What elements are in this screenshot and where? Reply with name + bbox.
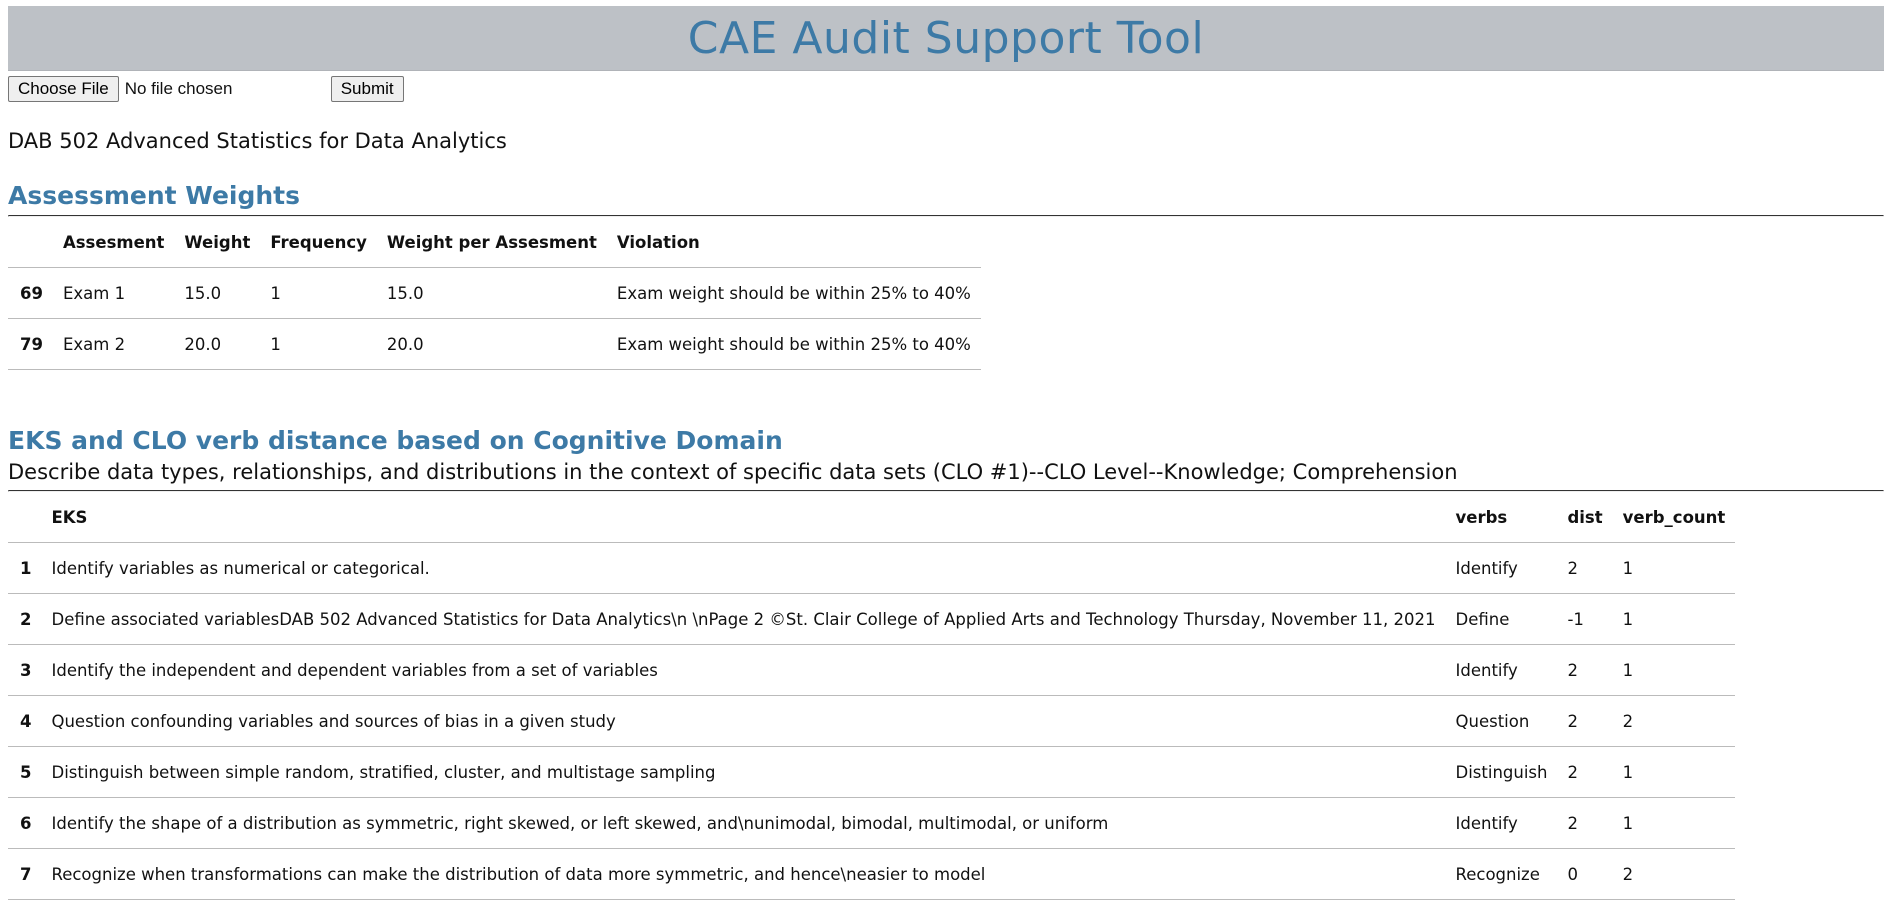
row-index: 4 (8, 695, 42, 747)
table-cell: 2 (1612, 695, 1736, 747)
table-cell: 1 (1612, 644, 1736, 696)
table-row: 2 Define associated variablesDAB 502 Adv… (8, 593, 1736, 645)
row-index: 2 (8, 593, 42, 645)
table-cell: 15.0 (376, 267, 607, 319)
table-cell: Exam 1 (52, 267, 175, 319)
table-cell: 2 (1557, 644, 1613, 696)
column-header: dist (1557, 492, 1613, 543)
eks-clo-heading: EKS and CLO verb distance based on Cogni… (8, 426, 783, 455)
column-header: verbs (1445, 492, 1558, 543)
table-cell: 15.0 (174, 267, 261, 319)
table-cell: Recognize when transformations can make … (41, 848, 1446, 900)
app-title: CAE Audit Support Tool (687, 12, 1205, 64)
row-index: 3 (8, 644, 42, 696)
table-row: 7 Recognize when transformations can mak… (8, 848, 1736, 900)
column-header: EKS (41, 492, 1446, 543)
column-header: Violation (606, 217, 981, 268)
row-index: 1 (8, 542, 42, 594)
table-cell: 2 (1612, 848, 1736, 900)
table-cell: Identify variables as numerical or categ… (41, 542, 1446, 594)
table-cell: 2 (1557, 695, 1613, 747)
table-cell: Identify the shape of a distribution as … (41, 797, 1446, 849)
table-cell: 20.0 (376, 318, 607, 370)
table-cell: 1 (1612, 593, 1736, 645)
row-index: 69 (8, 267, 53, 319)
table-cell: 20.0 (174, 318, 261, 370)
table-row: 69 Exam 1 15.0 1 15.0 Exam weight should… (8, 267, 981, 319)
row-index: 7 (8, 848, 42, 900)
app-header: CAE Audit Support Tool (8, 6, 1884, 71)
table-cell: Identify (1445, 644, 1558, 696)
column-header: Assesment (52, 217, 175, 268)
table-cell: Distinguish between simple random, strat… (41, 746, 1446, 798)
table-cell: Exam weight should be within 25% to 40% (606, 318, 981, 370)
table-cell: 2 (1557, 797, 1613, 849)
table-cell: Question (1445, 695, 1558, 747)
column-header: Weight (174, 217, 261, 268)
table-cell: 2 (1557, 542, 1613, 594)
table-cell: Define (1445, 593, 1558, 645)
row-index: 79 (8, 318, 53, 370)
assessment-weights-table: Assesment Weight Frequency Weight per As… (8, 217, 981, 370)
table-cell: Question confounding variables and sourc… (41, 695, 1446, 747)
table-cell: 1 (1612, 746, 1736, 798)
table-row: 4 Question confounding variables and sou… (8, 695, 1736, 747)
table-cell: 1 (1612, 542, 1736, 594)
page: CAE Audit Support Tool Choose File No fi… (0, 0, 1892, 900)
table-cell: 1 (260, 318, 377, 370)
table-cell: Distinguish (1445, 746, 1558, 798)
table-cell: Identify (1445, 542, 1558, 594)
table-cell: Identify the independent and dependent v… (41, 644, 1446, 696)
table-cell: 0 (1557, 848, 1613, 900)
table-cell: 2 (1557, 746, 1613, 798)
course-title: DAB 502 Advanced Statistics for Data Ana… (8, 129, 507, 153)
eks-verb-table: EKS verbs dist verb_count 1 Identify var… (8, 492, 1736, 900)
choose-file-button[interactable]: Choose File (8, 76, 119, 102)
table-cell: 1 (260, 267, 377, 319)
clo-description: Describe data types, relationships, and … (8, 460, 1458, 484)
assessment-weights-heading: Assessment Weights (8, 181, 301, 210)
table-cell: -1 (1557, 593, 1613, 645)
column-header (8, 217, 53, 268)
file-status: No file chosen (124, 79, 233, 98)
table-row: 79 Exam 2 20.0 1 20.0 Exam weight should… (8, 318, 981, 370)
table-row: 1 Identify variables as numerical or cat… (8, 542, 1736, 594)
column-header: verb_count (1612, 492, 1736, 543)
table-cell: Exam weight should be within 25% to 40% (606, 267, 981, 319)
column-header: Weight per Assesment (376, 217, 607, 268)
table-row: 6 Identify the shape of a distribution a… (8, 797, 1736, 849)
upload-form: Choose File No file chosen Submit (8, 75, 1884, 103)
row-index: 6 (8, 797, 42, 849)
table-row: 3 Identify the independent and dependent… (8, 644, 1736, 696)
table-cell: Define associated variablesDAB 502 Advan… (41, 593, 1446, 645)
submit-button[interactable]: Submit (330, 76, 404, 102)
table-header-row: EKS verbs dist verb_count (8, 492, 1736, 543)
table-header-row: Assesment Weight Frequency Weight per As… (8, 217, 981, 268)
table-cell: Exam 2 (52, 318, 175, 370)
column-header: Frequency (260, 217, 377, 268)
column-header (8, 492, 42, 543)
table-cell: 1 (1612, 797, 1736, 849)
table-cell: Identify (1445, 797, 1558, 849)
table-row: 5 Distinguish between simple random, str… (8, 746, 1736, 798)
table-cell: Recognize (1445, 848, 1558, 900)
row-index: 5 (8, 746, 42, 798)
